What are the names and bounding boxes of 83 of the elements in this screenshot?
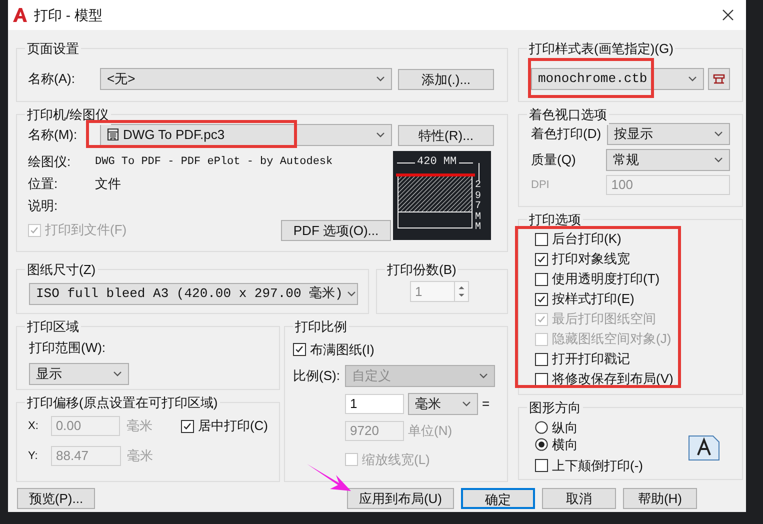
label: X:: [28, 418, 40, 434]
pointer-arrow: [306, 463, 352, 493]
group-title: 图纸尺寸(Z): [25, 260, 98, 280]
dropdown[interactable]: 常规: [606, 149, 730, 171]
group-title: 打印偏移(原点设置在可打印区域): [25, 393, 220, 412]
checkbox-label: 上下颠倒打印(-): [552, 457, 643, 475]
dropdown[interactable]: monochrome.ctb: [531, 68, 704, 90]
button[interactable]: 帮助(H): [623, 488, 697, 509]
page-icon: [688, 435, 720, 461]
radio-label: 纵向: [552, 418, 578, 437]
group-title: 打印份数(B): [385, 260, 458, 280]
checkbox-label: 后台打印(K): [552, 230, 622, 248]
caret-icon: [376, 76, 385, 82]
dropdown[interactable]: 按显示: [607, 123, 730, 145]
plotter-value: DWG To PDF - PDF ePlot - by Autodesk: [95, 154, 333, 170]
checkbox[interactable]: [180, 420, 194, 432]
checkbox[interactable]: [535, 352, 548, 366]
label: 质量(Q): [531, 151, 577, 170]
label: 说明:: [28, 197, 58, 216]
caret-icon: [376, 132, 385, 138]
label: 打印范围(W):: [29, 339, 107, 357]
caret-icon: [462, 400, 471, 406]
printer-icon: [107, 128, 119, 142]
checkbox-label: 将修改保存到布局(V): [552, 370, 674, 388]
checkbox-label: 打开打印戳记: [552, 350, 630, 368]
checkbox[interactable]: [535, 372, 548, 386]
input-field[interactable]: 1: [345, 394, 404, 414]
button[interactable]: 特性(R)...: [398, 124, 494, 146]
checkbox[interactable]: [535, 252, 548, 266]
dropdown[interactable]: ISO full bleed A3 (420.00 x 297.00 毫米): [29, 283, 358, 305]
dropdown[interactable]: DWG To PDF.pc3: [100, 124, 392, 146]
label: Y:: [28, 448, 39, 464]
label: 毫米: [127, 447, 153, 466]
group-title: 打印机/绘图仪: [25, 105, 111, 124]
caret-icon: [346, 291, 356, 297]
dropdown[interactable]: 显示: [29, 362, 129, 384]
window-title: 打印 - 模型: [34, 6, 102, 24]
edit-icon[interactable]: [708, 68, 730, 90]
button[interactable]: 添加(.)...: [398, 68, 494, 90]
caret-icon: [479, 372, 488, 378]
label: 文件: [95, 175, 121, 194]
button[interactable]: 取消: [542, 488, 616, 509]
radio-button[interactable]: [535, 421, 548, 434]
checkbox-label: 打印到文件(F): [45, 221, 127, 240]
app-logo-icon: [12, 7, 28, 23]
checkbox[interactable]: [535, 459, 548, 472]
checkbox-label: 按样式打印(E): [552, 290, 634, 308]
button[interactable]: 预览(P)...: [17, 488, 95, 509]
dropdown[interactable]: <无>: [100, 68, 392, 90]
close-icon[interactable]: [722, 9, 734, 21]
label: 毫米: [126, 417, 154, 436]
caret-icon: [714, 131, 723, 137]
checkbox-label: 居中打印(C): [198, 417, 268, 436]
checkbox[interactable]: [535, 292, 548, 306]
label: 名称(M):: [28, 126, 78, 144]
checkbox[interactable]: [293, 343, 306, 356]
checkbox-label: 使用透明度打印(T): [552, 270, 660, 288]
checkbox-label: 缩放线宽(L): [362, 450, 430, 469]
dropdown[interactable]: 毫米: [408, 392, 478, 414]
checkbox-label: 最后打印图纸空间: [552, 310, 656, 328]
label: DPI: [531, 178, 550, 193]
caret-icon: [714, 157, 723, 163]
group-title: 打印样式表(画笔指定)(G): [527, 39, 676, 58]
checkbox-label: 布满图纸(I): [310, 341, 374, 359]
checkbox[interactable]: [535, 272, 548, 286]
label: 位置:: [28, 175, 59, 194]
button[interactable]: PDF 选项(O)...: [281, 220, 391, 240]
label: 着色打印(D): [531, 125, 601, 144]
label: 单位(N): [408, 422, 452, 440]
checkbox[interactable]: [535, 232, 548, 246]
radio-label: 横向: [552, 436, 578, 454]
radio-button[interactable]: [535, 438, 548, 451]
caret-icon: [688, 76, 698, 82]
checkbox-label: 隐藏图纸空间对象(J): [552, 330, 672, 348]
caret-icon: [113, 370, 122, 376]
label: 比例(S):: [293, 366, 341, 385]
label: 名称(A):: [28, 70, 76, 88]
button[interactable]: 应用到布局(U): [347, 488, 454, 509]
label: 绘图仪:: [28, 153, 72, 172]
group-title: 着色视口选项: [527, 105, 609, 124]
label: =: [482, 394, 490, 413]
checkbox-label: 打印对象线宽: [552, 250, 630, 268]
button[interactable]: 确定: [461, 488, 535, 509]
